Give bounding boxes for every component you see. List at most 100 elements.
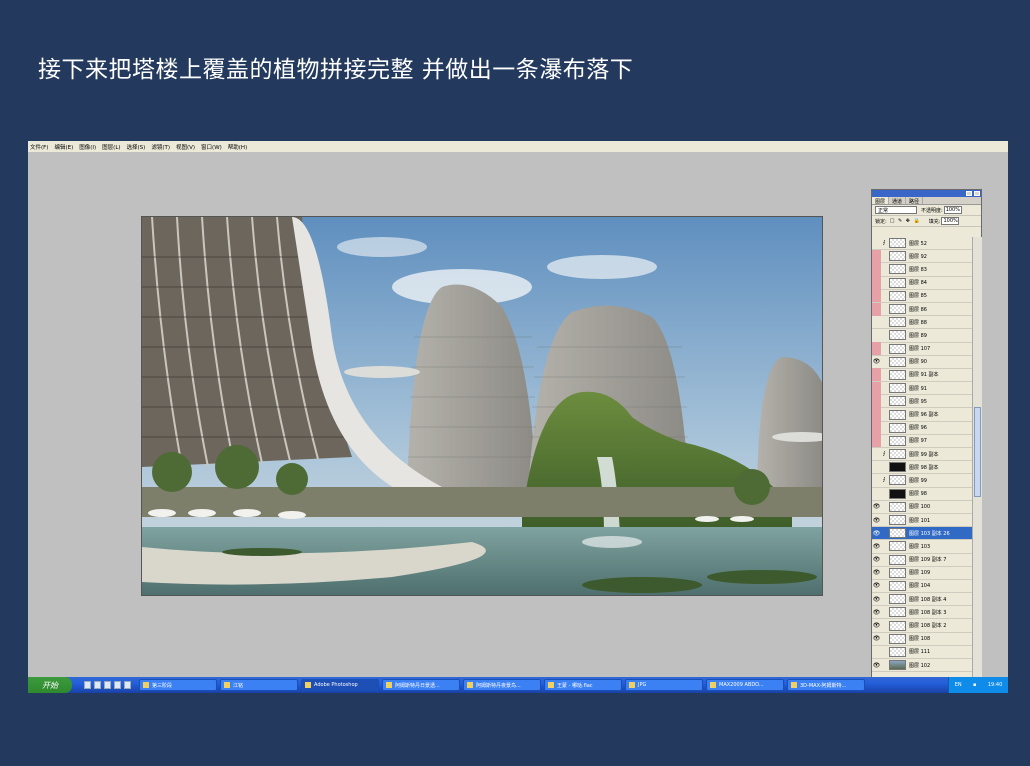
layer-row[interactable]: ⨍ 图层 52 [872, 237, 972, 251]
panel-titlebar[interactable] [872, 190, 981, 197]
visibility-eye-icon[interactable] [872, 381, 881, 395]
visibility-eye-icon[interactable] [872, 394, 881, 408]
quick-launch-icon[interactable] [104, 681, 111, 689]
visibility-eye-icon[interactable]: 👁 [872, 632, 881, 645]
scrollbar-thumb[interactable] [974, 407, 981, 497]
visibility-eye-icon[interactable]: 👁 [872, 514, 881, 527]
visibility-eye-icon[interactable]: 👁 [872, 619, 881, 632]
visibility-eye-icon[interactable] [872, 408, 881, 422]
visibility-eye-icon[interactable] [872, 289, 881, 303]
image-canvas[interactable] [141, 216, 823, 596]
layer-row[interactable]: 图层 98 副本 [872, 461, 972, 475]
visibility-eye-icon[interactable] [872, 434, 881, 448]
taskbar-button[interactable]: 王蒙 - 哪哒.flac [544, 679, 622, 691]
layer-row[interactable]: 👁 图层 108 副本 4 [872, 593, 972, 607]
taskbar-button[interactable]: Adobe Photoshop [301, 679, 379, 691]
taskbar-button[interactable]: 阿姆斯特丹日景透... [382, 679, 460, 691]
layer-row[interactable]: 👁 图层 108 副本 2 [872, 619, 972, 633]
minimize-icon[interactable] [966, 191, 972, 196]
visibility-eye-icon[interactable]: 👁 [872, 593, 881, 606]
tray-icon[interactable]: ▪ [973, 682, 976, 688]
menu-item[interactable]: 编辑(E) [54, 143, 73, 151]
language-indicator[interactable]: EN [955, 682, 962, 688]
quick-launch-icon[interactable] [94, 681, 101, 689]
visibility-eye-icon[interactable] [872, 342, 881, 356]
layer-row[interactable]: 👁 图层 103 [872, 540, 972, 554]
menu-item[interactable]: 图像(I) [79, 143, 96, 151]
layer-row[interactable]: 图层 85 [872, 289, 972, 303]
layer-row[interactable]: 👁 图层 108 [872, 633, 972, 646]
taskbar-button[interactable]: JPG [625, 679, 703, 691]
quick-launch-icon[interactable] [124, 681, 131, 689]
layer-row[interactable]: 图层 107 [872, 342, 972, 356]
layer-row[interactable]: 图层 111 [872, 646, 972, 659]
layer-row[interactable]: 👁 图层 104 [872, 580, 972, 594]
close-icon[interactable] [974, 191, 980, 196]
visibility-eye-icon[interactable]: 👁 [872, 540, 881, 553]
menu-item[interactable]: 视图(V) [176, 143, 195, 151]
visibility-eye-icon[interactable] [872, 487, 881, 500]
taskbar-button[interactable]: 阿姆斯特丹夜景鸟... [463, 679, 541, 691]
layer-row[interactable]: 图层 91 [872, 381, 972, 396]
blend-mode-select[interactable]: 正常 [875, 206, 917, 214]
menu-item[interactable]: 图层(L) [102, 143, 120, 151]
layer-row[interactable]: ⨍ 图层 99 [872, 474, 972, 488]
visibility-eye-icon[interactable]: 👁 [872, 527, 881, 540]
layer-row[interactable]: 图层 92 [872, 249, 972, 264]
visibility-eye-icon[interactable]: 👁 [872, 553, 881, 566]
layer-row[interactable]: 👁 图层 102 [872, 659, 972, 673]
taskbar-button[interactable]: 江铭 [220, 679, 298, 691]
layer-row[interactable]: 图层 91 副本 [872, 368, 972, 383]
panel-tab[interactable]: 路径 [906, 197, 924, 205]
panel-tab[interactable]: 通道 [889, 197, 907, 205]
layer-row[interactable]: 👁 图层 90 [872, 356, 972, 369]
quick-launch-icon[interactable] [84, 681, 91, 689]
opacity-input[interactable]: 100% [943, 206, 962, 214]
layers-scrollbar[interactable] [972, 237, 982, 678]
layer-row[interactable]: 图层 86 [872, 302, 972, 317]
visibility-eye-icon[interactable] [872, 329, 881, 342]
visibility-eye-icon[interactable]: 👁 [872, 606, 881, 619]
layer-row[interactable]: 👁 图层 100 [872, 501, 972, 514]
visibility-eye-icon[interactable] [872, 461, 881, 474]
layer-row[interactable]: 图层 96 [872, 421, 972, 435]
fill-input[interactable]: 100% [941, 217, 960, 225]
layer-row[interactable]: 👁 图层 109 副本 7 [872, 554, 972, 567]
visibility-eye-icon[interactable] [872, 249, 881, 263]
layer-row[interactable]: 图层 95 [872, 394, 972, 409]
visibility-eye-icon[interactable] [872, 237, 881, 250]
start-button[interactable]: 开始 [28, 677, 72, 693]
taskbar-button[interactable]: 第三阶段 [139, 679, 217, 691]
visibility-eye-icon[interactable] [872, 421, 881, 435]
visibility-eye-icon[interactable] [872, 276, 881, 290]
visibility-eye-icon[interactable]: 👁 [872, 355, 881, 368]
layer-row[interactable]: 👁 图层 101 [872, 514, 972, 528]
menu-item[interactable]: 滤镜(T) [151, 143, 170, 151]
panel-tab[interactable]: 图层 [872, 197, 890, 205]
visibility-eye-icon[interactable] [872, 645, 881, 658]
layer-row[interactable]: 图层 96 副本 [872, 408, 972, 422]
menu-item[interactable]: 窗口(W) [201, 143, 222, 151]
taskbar-button[interactable]: MAX2009 ABDO... [706, 679, 784, 691]
layer-row[interactable]: ⨍ 图层 99 副本 [872, 448, 972, 462]
visibility-eye-icon[interactable] [872, 448, 881, 461]
layer-row[interactable]: 图层 88 [872, 316, 972, 330]
layer-row[interactable]: 👁 图层 109 [872, 567, 972, 580]
layer-row[interactable]: 图层 98 [872, 488, 972, 501]
menu-item[interactable]: 选择(S) [127, 143, 146, 151]
visibility-eye-icon[interactable]: 👁 [872, 659, 881, 672]
menu-item[interactable]: 帮助(H) [228, 143, 247, 151]
layer-row[interactable]: 👁 图层 108 副本 3 [872, 606, 972, 620]
visibility-eye-icon[interactable]: 👁 [872, 566, 881, 579]
visibility-eye-icon[interactable] [872, 302, 881, 316]
layer-row[interactable]: 图层 84 [872, 276, 972, 290]
visibility-eye-icon[interactable] [872, 316, 881, 329]
layer-row[interactable]: 图层 97 [872, 434, 972, 448]
layer-row[interactable]: 👁 图层 103 副本 26 [872, 527, 972, 541]
visibility-eye-icon[interactable] [872, 368, 881, 382]
layer-row[interactable]: 图层 83 [872, 262, 972, 277]
quick-launch-icon[interactable] [114, 681, 121, 689]
menu-item[interactable]: 文件(F) [30, 143, 48, 151]
visibility-eye-icon[interactable] [872, 262, 881, 276]
visibility-eye-icon[interactable] [872, 474, 881, 487]
